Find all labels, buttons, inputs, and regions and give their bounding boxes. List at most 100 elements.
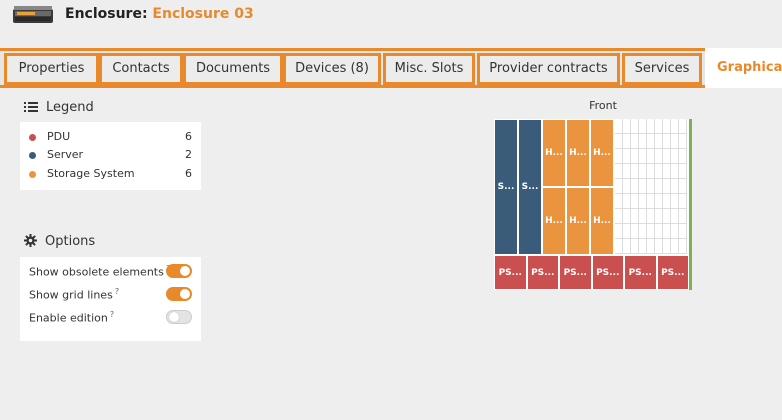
legend-title-label: Legend xyxy=(46,100,94,115)
legend-item-pdu: PDU 6 xyxy=(20,129,201,147)
enable-edition-toggle[interactable] xyxy=(166,310,192,324)
grid-cell xyxy=(631,239,639,254)
rack-slot-pdu[interactable]: PS... xyxy=(624,255,657,290)
rack-slot-pdu[interactable]: PS... xyxy=(656,255,689,290)
grid-cell xyxy=(647,149,655,164)
grid-cell xyxy=(631,164,639,179)
rack-slot-server[interactable]: S... xyxy=(494,119,518,255)
grid-cell xyxy=(615,134,623,149)
grid-cell xyxy=(639,194,647,209)
grid-cell xyxy=(615,164,623,179)
legend-item-server: Server 2 xyxy=(20,147,201,165)
grid-cell xyxy=(671,164,679,179)
grid-cell xyxy=(679,164,687,179)
grid-cell xyxy=(623,149,631,164)
rack-slot-storage[interactable]: H... xyxy=(590,187,614,255)
legend-dot xyxy=(29,134,36,141)
tab-misc-slots[interactable]: Misc. Slots xyxy=(383,53,475,85)
option-show-grid-lines: Show grid lines? xyxy=(20,283,201,305)
grid-cell xyxy=(631,134,639,149)
rack-slot-storage[interactable]: H... xyxy=(590,119,614,187)
grid-cell xyxy=(631,179,639,194)
option-label: Enable edition xyxy=(29,311,108,325)
tab-devices[interactable]: Devices (8) xyxy=(283,53,381,85)
rack-slot-pdu[interactable]: PS... xyxy=(526,255,559,290)
grid-cell xyxy=(655,194,663,209)
option-label: Show grid lines xyxy=(29,288,113,302)
grid-cell xyxy=(679,119,687,134)
grid-cell xyxy=(647,179,655,194)
rack-front-view: S... S... H... H... H... H... H... H... PS... PS.… xyxy=(494,119,692,290)
grid-cell xyxy=(647,194,655,209)
grid-cell xyxy=(623,239,631,254)
grid-cell xyxy=(655,164,663,179)
page-header: Enclosure: Enclosure 03 xyxy=(0,0,782,44)
rack-slot-server[interactable]: S... xyxy=(518,119,542,255)
toggle-knob xyxy=(180,289,190,299)
grid-cell xyxy=(671,134,679,149)
legend-title: Legend xyxy=(24,100,94,115)
grid-cell xyxy=(647,224,655,239)
rack-slot-storage[interactable]: H... xyxy=(566,119,590,187)
grid-cell xyxy=(679,239,687,254)
grid-cell xyxy=(615,224,623,239)
enclosure-icon xyxy=(13,6,53,23)
rack-slot-storage[interactable]: H... xyxy=(542,119,566,187)
grid-cell xyxy=(639,179,647,194)
grid-cell xyxy=(631,209,639,224)
grid-cell xyxy=(679,224,687,239)
legend-dot xyxy=(29,152,36,159)
legend-item-label: PDU xyxy=(47,130,71,143)
grid-cell xyxy=(615,149,623,164)
tab-properties[interactable]: Properties xyxy=(4,53,99,85)
grid-cell xyxy=(663,149,671,164)
rack-slot-storage[interactable]: H... xyxy=(566,187,590,255)
rack-slot-pdu[interactable]: PS... xyxy=(494,255,527,290)
tab-documents[interactable]: Documents xyxy=(183,53,283,85)
grid-cell xyxy=(623,179,631,194)
list-icon xyxy=(24,102,38,112)
tab-services[interactable]: Services xyxy=(622,53,702,85)
grid-cell xyxy=(655,179,663,194)
grid-cell xyxy=(663,164,671,179)
show-obsolete-toggle[interactable] xyxy=(166,264,192,278)
enclosure-name: Enclosure 03 xyxy=(152,6,254,22)
grid-cell xyxy=(623,134,631,149)
grid-cell xyxy=(615,239,623,254)
grid-cell xyxy=(655,209,663,224)
legend-item-count: 6 xyxy=(185,130,192,143)
grid-cell xyxy=(631,194,639,209)
legend-dot xyxy=(29,171,36,178)
grid-cell xyxy=(663,134,671,149)
help-icon[interactable]: ? xyxy=(115,287,119,296)
rack-rail xyxy=(689,119,692,290)
grid-cell xyxy=(623,194,631,209)
rack-slot-storage[interactable]: H... xyxy=(542,187,566,255)
grid-cell xyxy=(663,179,671,194)
grid-cell xyxy=(631,119,639,134)
grid-cell xyxy=(671,194,679,209)
tab-graphical-view[interactable]: Graphical v xyxy=(705,48,782,88)
tab-provider-contracts[interactable]: Provider contracts xyxy=(477,53,620,85)
grid-cell xyxy=(663,119,671,134)
help-icon[interactable]: ? xyxy=(110,310,114,319)
legend-item-count: 6 xyxy=(185,167,192,180)
grid-cell xyxy=(647,134,655,149)
grid-cell xyxy=(679,149,687,164)
grid-cell xyxy=(679,209,687,224)
rack-front-label: Front xyxy=(589,99,617,112)
grid-cell xyxy=(647,119,655,134)
page-title-label: Enclosure: xyxy=(65,6,148,22)
tab-contacts[interactable]: Contacts xyxy=(99,53,183,85)
grid-cell xyxy=(639,224,647,239)
grid-cell xyxy=(679,194,687,209)
grid-cell xyxy=(655,239,663,254)
toggle-knob xyxy=(169,312,179,322)
show-grid-lines-toggle[interactable] xyxy=(166,287,192,301)
grid-cell xyxy=(631,149,639,164)
rack-slot-pdu[interactable]: PS... xyxy=(559,255,592,290)
option-enable-edition: Enable edition? xyxy=(20,306,201,328)
grid-cell xyxy=(663,194,671,209)
rack-slot-pdu[interactable]: PS... xyxy=(591,255,624,290)
option-label: Show obsolete elements xyxy=(29,265,164,279)
